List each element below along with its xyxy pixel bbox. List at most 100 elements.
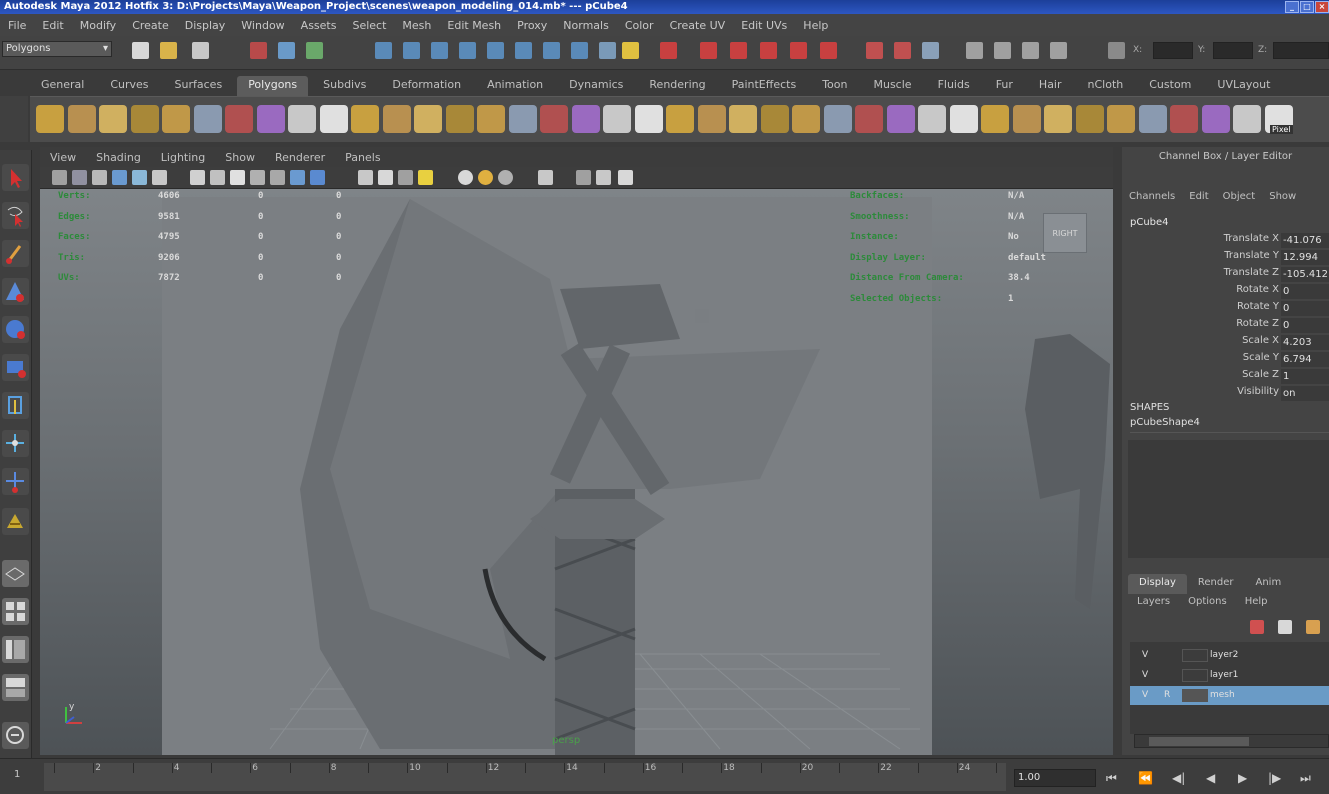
layer-row-layer1[interactable]: Vlayer1 (1130, 666, 1329, 685)
snap-grid-icon[interactable] (660, 42, 677, 59)
history-icon[interactable] (866, 42, 883, 59)
layer-visibility-toggle[interactable]: V (1142, 670, 1148, 680)
shelf-tab-dynamics[interactable]: Dynamics (558, 76, 634, 96)
attribute-value[interactable]: -41.076 (1281, 233, 1329, 248)
z-coord-field[interactable] (1273, 42, 1329, 59)
shelf-cone-icon[interactable] (130, 105, 159, 133)
maximize-button[interactable]: □ (1300, 1, 1314, 13)
play-backward-icon[interactable]: ◀ (1206, 771, 1215, 785)
image-plane-icon[interactable] (112, 170, 127, 185)
shelf-poly-count-icon[interactable] (1012, 105, 1041, 133)
play-forward-icon[interactable]: ▶ (1238, 771, 1247, 785)
outliner-icon[interactable] (2, 722, 29, 749)
shelf-tab-subdivs[interactable]: Subdivs (312, 76, 377, 96)
xray-icon[interactable] (576, 170, 591, 185)
perspective-viewport[interactable]: Verts: 4606 0 0 Edges: 9581 0 0 Faces: 4795 0 0 Tris… (40, 189, 1113, 755)
shelf-tab-fur[interactable]: Fur (985, 76, 1024, 96)
shelf-bridge-icon[interactable] (540, 105, 568, 133)
layer-menu-layers[interactable]: Layers (1128, 596, 1179, 614)
layer-options-icon[interactable] (1306, 620, 1320, 634)
shelf-triangulate-icon[interactable] (1107, 105, 1135, 133)
persp-outliner-layout-icon[interactable] (2, 636, 29, 663)
lasso-tool-icon[interactable] (2, 202, 29, 229)
channel-attribute-row[interactable]: Visibility on (1122, 386, 1329, 403)
shelf-fixed-cam-icon[interactable] (1233, 105, 1261, 133)
menu-edit-mesh[interactable]: Edit Mesh (439, 19, 509, 32)
shelf-offset-loop-icon[interactable] (697, 105, 726, 133)
menu-normals[interactable]: Normals (555, 19, 617, 32)
shelf-boolean-icon[interactable] (445, 105, 474, 133)
xray-joints-icon[interactable] (596, 170, 611, 185)
panel-menu-renderer[interactable]: Renderer (265, 151, 335, 164)
safe-action-icon[interactable] (290, 170, 305, 185)
attribute-value[interactable]: 0 (1281, 318, 1329, 333)
xray-components-icon[interactable] (618, 170, 633, 185)
menu-modify[interactable]: Modify (72, 19, 124, 32)
resolution-gate-icon[interactable] (230, 170, 245, 185)
shelf-tab-fluids[interactable]: Fluids (927, 76, 981, 96)
transform-mode-icon[interactable] (1108, 42, 1125, 59)
move-tool-icon[interactable] (2, 278, 29, 305)
channel-attribute-row[interactable]: Translate Z -105.412 (1122, 267, 1329, 284)
universal-manipulator-icon[interactable] (2, 392, 29, 419)
channel-menu-channels[interactable]: Channels (1122, 191, 1182, 209)
save-scene-icon[interactable] (192, 42, 209, 59)
construction-history-icon[interactable] (894, 42, 911, 59)
attribute-value[interactable]: 4.203 (1281, 335, 1329, 350)
pick-mask-3-icon[interactable] (431, 42, 448, 59)
shelf-bevel-icon[interactable] (729, 105, 757, 133)
shelf-cylinder-icon[interactable] (99, 105, 127, 133)
shelf-tab-custom[interactable]: Custom (1138, 76, 1202, 96)
shelf-combine-icon[interactable] (319, 105, 348, 133)
shelf-unfold-icon[interactable] (1170, 105, 1198, 133)
pick-mask-icon[interactable] (375, 42, 392, 59)
channel-attribute-row[interactable]: Scale Z1 (1122, 369, 1329, 386)
shelf-multi-cut-icon[interactable] (886, 105, 915, 133)
2d-pan-icon[interactable] (132, 170, 147, 185)
bookmark-icon[interactable] (92, 170, 107, 185)
menu-help[interactable]: Help (795, 19, 836, 32)
shelf-tab-hair[interactable]: Hair (1028, 76, 1073, 96)
new-layer-empty-icon[interactable] (1250, 620, 1264, 634)
shelf-plane-icon[interactable] (162, 105, 190, 133)
shadows-icon[interactable] (478, 170, 493, 185)
channel-attribute-row[interactable]: Rotate X0 (1122, 284, 1329, 301)
snap-view-icon[interactable] (760, 42, 777, 59)
channel-attribute-row[interactable]: Translate X -41.076 (1122, 233, 1329, 250)
grease-pencil-icon[interactable] (152, 170, 167, 185)
layer-visibility-toggle[interactable]: V (1142, 690, 1148, 700)
attribute-value[interactable]: 0 (1281, 284, 1329, 299)
shelf-wedge-icon[interactable] (823, 105, 852, 133)
lock-icon[interactable] (622, 42, 639, 59)
pick-mask-7-icon[interactable] (543, 42, 560, 59)
layer-row-mesh[interactable]: V Rmesh (1130, 686, 1329, 705)
new-layer-selected-icon[interactable] (1278, 620, 1292, 634)
use-all-lights-icon[interactable] (458, 170, 473, 185)
attribute-value[interactable]: 0 (1281, 301, 1329, 316)
attribute-value[interactable]: 1 (1281, 369, 1329, 384)
hypershade-icon[interactable] (1050, 42, 1067, 59)
layer-list-scrollbar[interactable] (1134, 734, 1329, 748)
single-perspective-layout-icon[interactable] (2, 560, 29, 587)
layer-menu-options[interactable]: Options (1179, 596, 1236, 614)
pick-mask-6-icon[interactable] (515, 42, 532, 59)
shelf-extrude-icon[interactable] (571, 105, 600, 133)
menu-file[interactable]: File (0, 19, 34, 32)
shelf-tab-toon[interactable]: Toon (811, 76, 858, 96)
panel-menu-panels[interactable]: Panels (335, 151, 390, 164)
textured-icon[interactable] (418, 170, 433, 185)
menu-edit[interactable]: Edit (34, 19, 71, 32)
channel-menu-show[interactable]: Show (1262, 191, 1303, 209)
render-view-icon[interactable] (922, 42, 939, 59)
gate-mask-icon[interactable] (250, 170, 265, 185)
shelf-extract-icon[interactable] (382, 105, 411, 133)
pick-mask-2-icon[interactable] (403, 42, 420, 59)
attribute-value[interactable]: on (1281, 386, 1329, 401)
film-gate-icon[interactable] (210, 170, 225, 185)
field-chart-icon[interactable] (270, 170, 285, 185)
layer-color-swatch[interactable] (1182, 649, 1208, 662)
render-frame-icon[interactable] (966, 42, 983, 59)
shelf-collapse-icon[interactable] (792, 105, 820, 133)
shelf-options-grip[interactable] (0, 96, 28, 142)
layer-display-type-toggle[interactable]: R (1164, 690, 1170, 700)
